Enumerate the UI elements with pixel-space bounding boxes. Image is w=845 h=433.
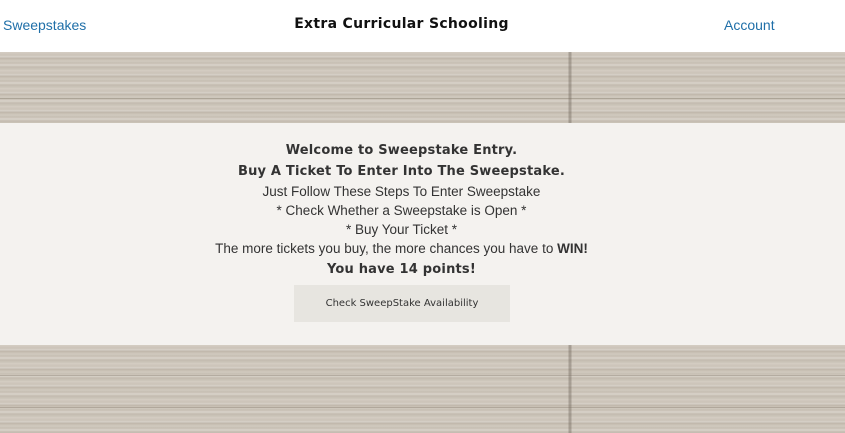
plank-seam bbox=[0, 375, 845, 376]
site-title: Extra Curricular Schooling bbox=[294, 16, 509, 32]
plank-seam bbox=[0, 407, 845, 408]
sweepstake-info-panel: Welcome to Sweepstake Entry. Buy A Ticke… bbox=[0, 123, 845, 345]
wood-banner-bottom bbox=[0, 345, 845, 433]
step-check-open: * Check Whether a Sweepstake is Open * bbox=[276, 203, 527, 218]
points-suffix: points! bbox=[418, 262, 477, 277]
buy-ticket-heading: Buy A Ticket To Enter Into The Sweepstak… bbox=[237, 164, 566, 179]
steps-intro-text: Just Follow These Steps To Enter Sweepst… bbox=[262, 184, 541, 199]
check-availability-button[interactable]: Check SweepStake Availability bbox=[294, 285, 510, 322]
nav-link-account[interactable]: Account bbox=[724, 17, 775, 33]
points-value: 14 bbox=[399, 262, 419, 277]
welcome-heading: Welcome to Sweepstake Entry. bbox=[285, 143, 518, 158]
plank-seam bbox=[0, 98, 845, 99]
points-prefix: You have bbox=[326, 262, 400, 277]
points-balance: You have 14 points! bbox=[0, 262, 803, 277]
step-buy-ticket: * Buy Your Ticket * bbox=[345, 222, 458, 237]
top-header: Sweepstakes Extra Curricular Schooling A… bbox=[0, 0, 845, 52]
chances-text-body: The more tickets you buy, the more chanc… bbox=[215, 241, 558, 256]
wood-banner-top bbox=[0, 52, 845, 123]
win-emphasis: WIN! bbox=[557, 241, 588, 256]
chances-text: The more tickets you buy, the more chanc… bbox=[0, 241, 803, 256]
